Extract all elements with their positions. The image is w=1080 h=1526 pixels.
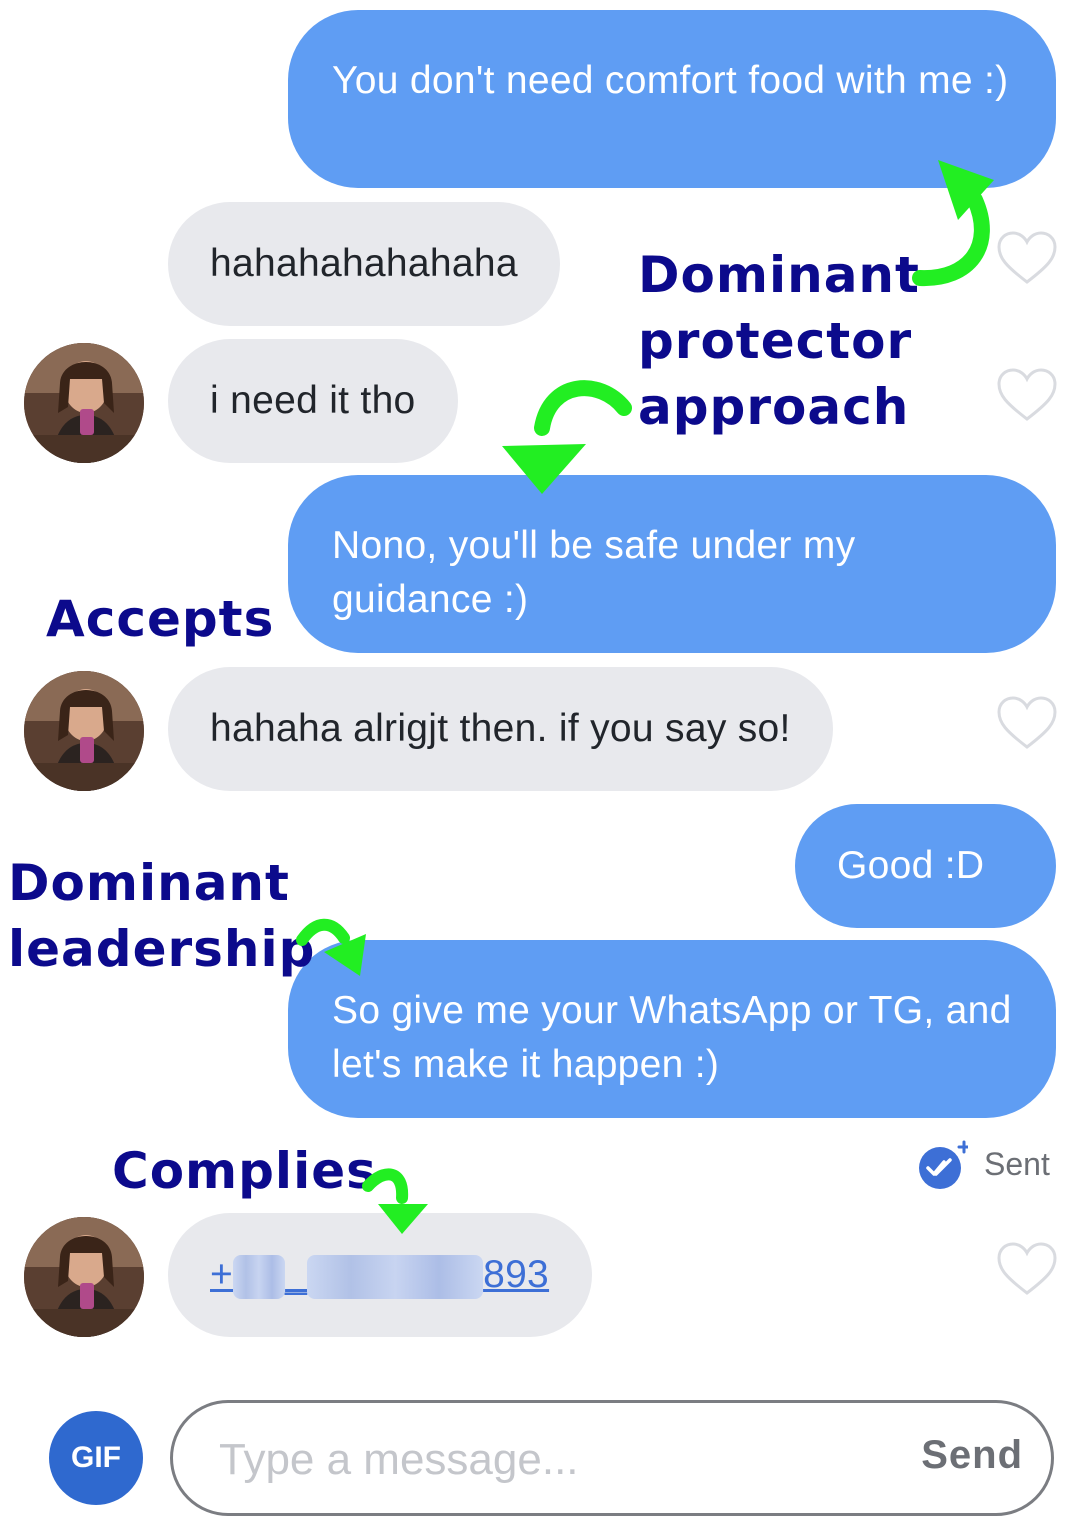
message-text: Good :D	[837, 844, 985, 887]
phone-number-link[interactable]: + _ 893	[210, 1253, 550, 1299]
phone-prefix: +	[210, 1253, 234, 1296]
annotation-dominant-protector: Dominant protector approach	[638, 242, 920, 440]
annotation-arrow-icon	[362, 1168, 428, 1234]
incoming-message[interactable]: i need it tho	[168, 339, 458, 463]
contact-avatar[interactable]	[24, 1217, 144, 1337]
annotation-complies: Complies	[112, 1138, 377, 1204]
annotation-accepts: Accepts	[46, 586, 274, 652]
double-check-icon	[919, 1140, 971, 1189]
phone-suffix: 893	[483, 1253, 550, 1296]
contact-avatar[interactable]	[24, 671, 144, 791]
sent-status: Sent	[918, 1140, 1050, 1192]
message-text: i need it tho	[210, 379, 416, 422]
annotation-arrow-icon	[502, 380, 632, 494]
message-text: You don't need comfort food with me :)	[332, 59, 1009, 102]
message-text: hahahahahahaha	[210, 242, 518, 285]
outgoing-message[interactable]: So give me your WhatsApp or TG, and let'…	[288, 940, 1056, 1118]
annotation-line: approach	[638, 378, 910, 436]
contact-avatar[interactable]	[24, 343, 144, 463]
like-heart-icon[interactable]	[996, 1241, 1058, 1297]
avatar-photo-icon	[24, 1217, 144, 1337]
message-composer: Send	[170, 1400, 1054, 1516]
incoming-message[interactable]: hahaha alrigjt then. if you say so!	[168, 667, 833, 791]
redacted-blur	[233, 1254, 286, 1299]
outgoing-message[interactable]: Nono, you'll be safe under my guidance :…	[288, 475, 1056, 653]
annotation-line: Accepts	[46, 590, 275, 648]
annotation-arrow-icon	[296, 918, 366, 976]
incoming-message[interactable]: hahahahahahaha	[168, 202, 560, 326]
send-button[interactable]: Send	[921, 1433, 1023, 1478]
like-heart-icon[interactable]	[996, 367, 1058, 423]
avatar-photo-icon	[24, 671, 144, 791]
annotation-line: leadership	[8, 920, 316, 978]
message-text: So give me your WhatsApp or TG, and let'…	[332, 989, 1012, 1086]
redacted-blur	[307, 1254, 484, 1299]
annotation-dominant-leadership: Dominant leadership	[8, 850, 315, 982]
annotation-line: Dominant	[8, 854, 290, 912]
annotation-line: Dominant	[638, 246, 920, 304]
message-text: Nono, you'll be safe under my guidance :…	[332, 524, 856, 621]
annotation-line: Complies	[112, 1142, 377, 1200]
like-heart-icon[interactable]	[996, 695, 1058, 751]
annotation-arrow-icon	[912, 160, 994, 287]
gif-button[interactable]: GIF	[49, 1411, 143, 1505]
sent-label: Sent	[984, 1146, 1050, 1182]
outgoing-message[interactable]: Good :D	[795, 804, 1056, 928]
message-input[interactable]	[217, 1423, 861, 1497]
message-text: hahaha alrigjt then. if you say so!	[210, 707, 791, 750]
avatar-photo-icon	[24, 343, 144, 463]
annotation-line: protector	[638, 312, 913, 370]
